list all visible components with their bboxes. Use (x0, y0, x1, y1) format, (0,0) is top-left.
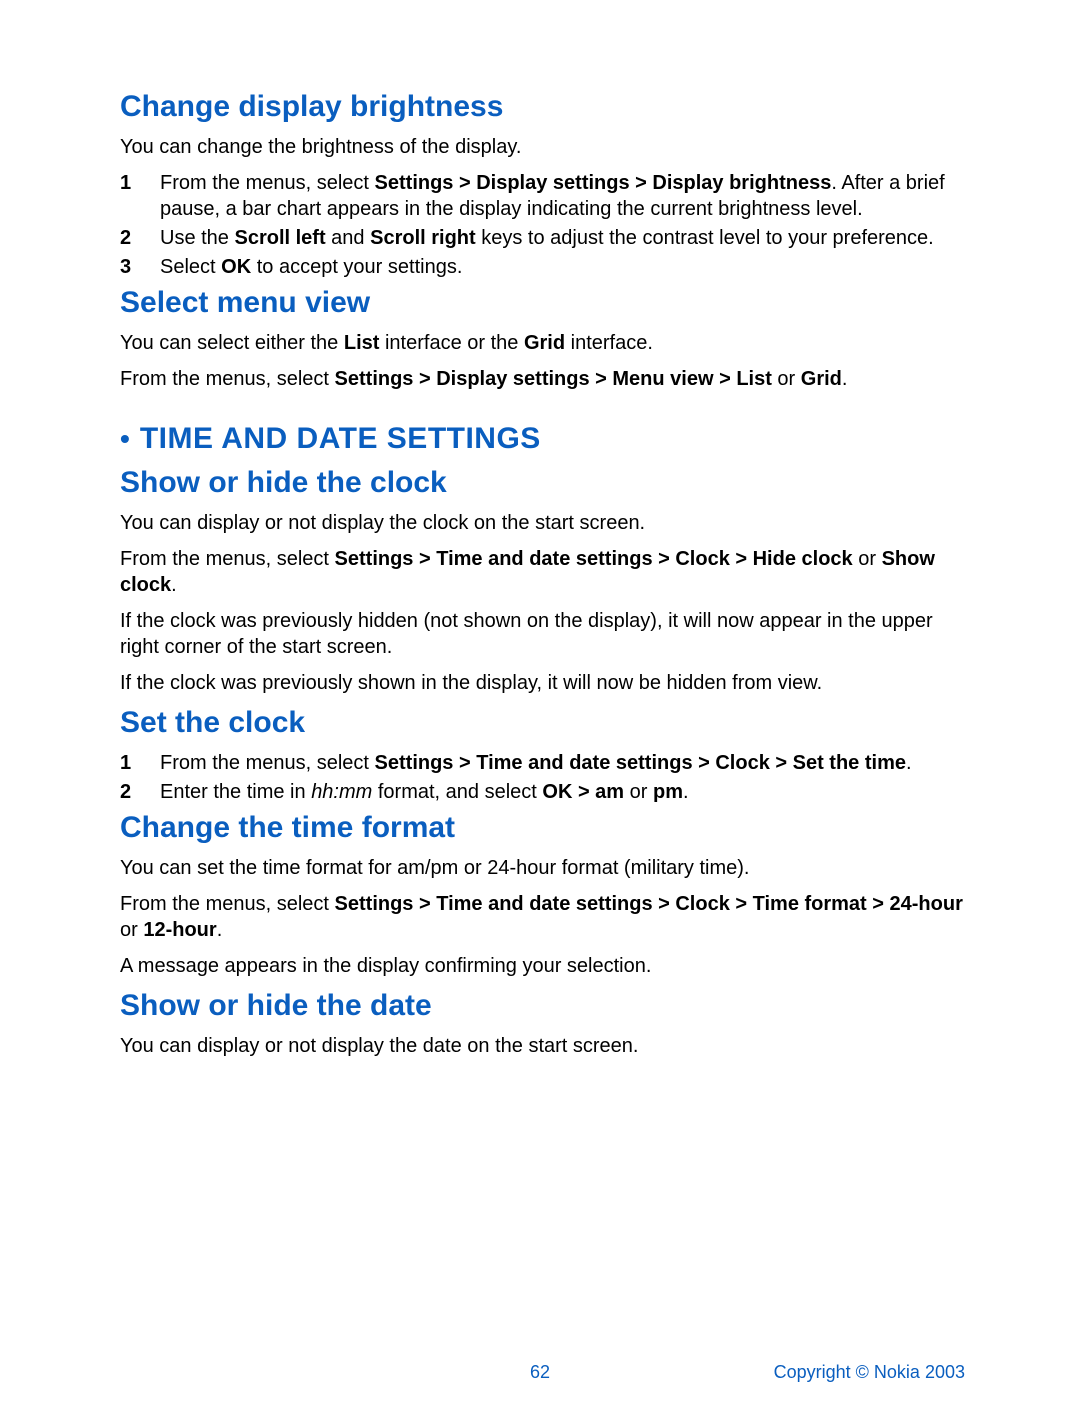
section-title-time-date-settings: • TIME AND DATE SETTINGS (120, 422, 970, 456)
paragraph: You can display or not display the clock… (120, 510, 970, 536)
step-number: 1 (120, 750, 160, 776)
paragraph: You can set the time format for am/pm or… (120, 855, 970, 881)
section-title-text: TIME AND DATE SETTINGS (140, 422, 541, 456)
paragraph: From the menus, select Settings > Time a… (120, 546, 970, 598)
step-text: Enter the time in hh:mm format, and sele… (160, 779, 970, 805)
step-number: 2 (120, 225, 160, 251)
step-number: 3 (120, 254, 160, 280)
bullet-icon: • (120, 425, 130, 453)
page-number: 62 (530, 1362, 550, 1383)
document-page: Change display brightness You can change… (0, 0, 1080, 1412)
paragraph: You can select either the List interface… (120, 330, 970, 356)
heading-set-the-clock: Set the clock (120, 706, 970, 740)
step-number: 1 (120, 170, 160, 196)
paragraph: You can change the brightness of the dis… (120, 134, 970, 160)
step-text: Select OK to accept your settings. (160, 254, 970, 280)
heading-show-hide-date: Show or hide the date (120, 989, 970, 1023)
list-item: 2 Enter the time in hh:mm format, and se… (120, 779, 970, 805)
paragraph: From the menus, select Settings > Time a… (120, 891, 970, 943)
step-text: From the menus, select Settings > Time a… (160, 750, 970, 776)
copyright-text: Copyright © Nokia 2003 (774, 1362, 965, 1383)
list-item: 3 Select OK to accept your settings. (120, 254, 970, 280)
list-item: 2 Use the Scroll left and Scroll right k… (120, 225, 970, 251)
ordered-list: 1 From the menus, select Settings > Time… (120, 750, 970, 805)
paragraph: If the clock was previously hidden (not … (120, 608, 970, 660)
step-number: 2 (120, 779, 160, 805)
paragraph: If the clock was previously shown in the… (120, 670, 970, 696)
heading-change-time-format: Change the time format (120, 811, 970, 845)
heading-select-menu-view: Select menu view (120, 286, 970, 320)
list-item: 1 From the menus, select Settings > Disp… (120, 170, 970, 222)
step-text: From the menus, select Settings > Displa… (160, 170, 970, 222)
heading-show-hide-clock: Show or hide the clock (120, 466, 970, 500)
list-item: 1 From the menus, select Settings > Time… (120, 750, 970, 776)
step-text: Use the Scroll left and Scroll right key… (160, 225, 970, 251)
ordered-list: 1 From the menus, select Settings > Disp… (120, 170, 970, 280)
paragraph: A message appears in the display confirm… (120, 953, 970, 979)
heading-change-display-brightness: Change display brightness (120, 90, 970, 124)
paragraph: From the menus, select Settings > Displa… (120, 366, 970, 392)
paragraph: You can display or not display the date … (120, 1033, 970, 1059)
